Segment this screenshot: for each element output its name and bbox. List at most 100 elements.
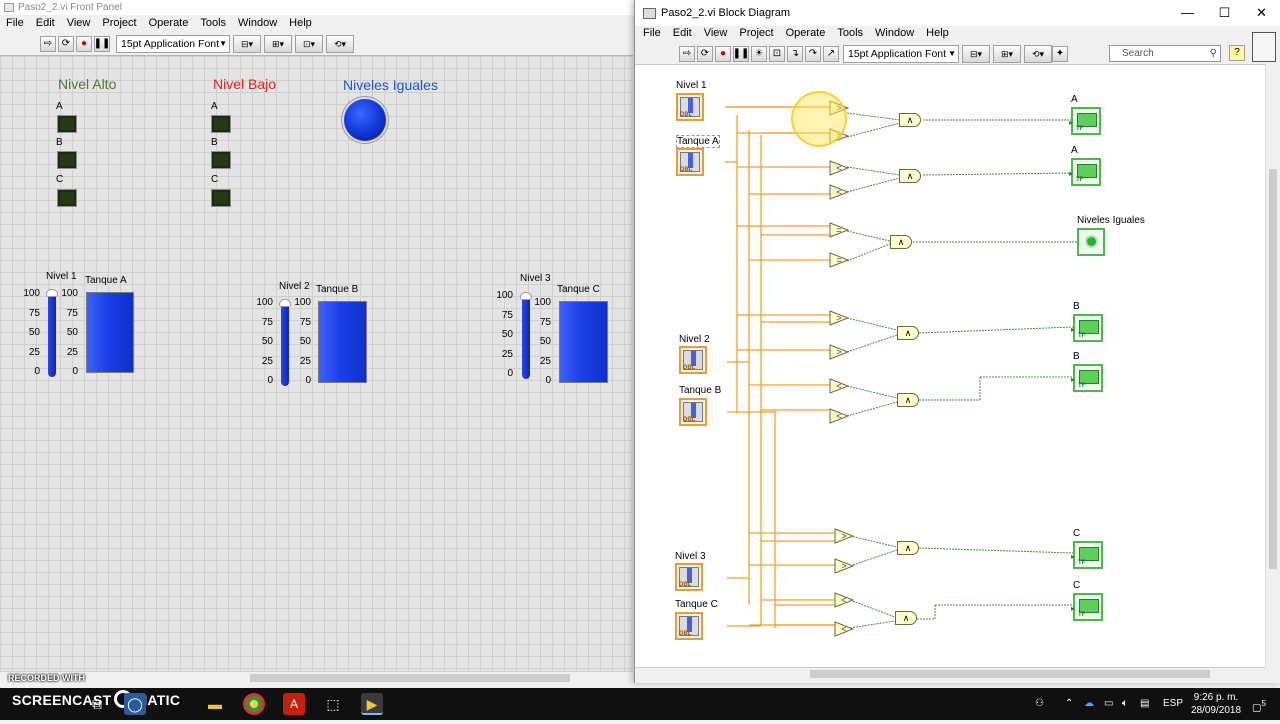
menu-help[interactable]: Help: [283, 15, 318, 32]
nivel-alto-led-c[interactable]: [57, 189, 77, 207]
indicator-b-terminal[interactable]: ▸ TF: [1071, 314, 1103, 342]
pause-icon[interactable]: ❚❚: [733, 46, 749, 62]
nivel-alto-led-a[interactable]: [57, 115, 77, 133]
nivel-1-terminal[interactable]: DBL: [676, 93, 704, 121]
chevron-up-icon[interactable]: ⌃: [1065, 688, 1073, 720]
step-over-icon[interactable]: ↷: [805, 46, 821, 62]
nivel-bajo-led-c[interactable]: [211, 189, 231, 207]
abort-icon[interactable]: ●: [76, 36, 92, 52]
labview-icon[interactable]: ▶: [361, 693, 383, 715]
nivel-alto-led-b[interactable]: [57, 151, 77, 169]
abort-icon[interactable]: ●: [715, 46, 731, 62]
reorder-icon[interactable]: ⟲▾: [326, 35, 354, 53]
cleanup-diagram-icon[interactable]: ✦: [1052, 46, 1068, 62]
menu-view[interactable]: View: [698, 25, 734, 42]
menu-window[interactable]: Window: [232, 15, 283, 32]
step-into-icon[interactable]: ↴: [787, 46, 803, 62]
menu-file[interactable]: File: [637, 25, 667, 42]
front-panel-scrollbar[interactable]: [0, 671, 633, 684]
menu-file[interactable]: File: [0, 15, 30, 32]
scrollbar-thumb[interactable]: [1269, 169, 1277, 569]
context-help-icon[interactable]: ?: [1229, 45, 1245, 61]
scrollbar-thumb[interactable]: [250, 674, 570, 682]
less-than-node[interactable]: <: [829, 378, 849, 394]
niveles-iguales-terminal[interactable]: [1077, 228, 1105, 256]
retain-wire-values-icon[interactable]: ⊡: [769, 46, 785, 62]
less-than-node[interactable]: <: [829, 184, 849, 200]
pause-icon[interactable]: ❚❚: [94, 36, 110, 52]
block-diagram-horizontal-scrollbar[interactable]: [635, 667, 1265, 680]
snipping-tool-icon[interactable]: ⬚: [322, 693, 344, 715]
align-objects-icon[interactable]: ⊟▾: [233, 35, 261, 53]
front-panel-canvas[interactable]: Nivel Alto A B C Nivel Bajo A B C Nivele…: [0, 55, 633, 671]
less-than-node[interactable]: <: [834, 592, 854, 608]
menu-view[interactable]: View: [61, 15, 97, 32]
scrollbar-thumb[interactable]: [810, 670, 1210, 678]
and-gate-node[interactable]: ∧: [897, 541, 919, 555]
menu-window[interactable]: Window: [869, 25, 920, 42]
vi-connector-icon[interactable]: [1252, 32, 1276, 62]
keyboard-icon[interactable]: ▤: [1140, 688, 1149, 720]
and-gate-node[interactable]: ∧: [899, 169, 921, 183]
equal-node[interactable]: =: [829, 252, 849, 268]
tanque-c-terminal[interactable]: DBL: [675, 612, 703, 640]
and-gate-node[interactable]: ∧: [895, 611, 917, 625]
close-button[interactable]: ✕: [1243, 0, 1280, 26]
volume-icon[interactable]: 🔈︎: [1122, 688, 1128, 720]
niveles-iguales-led[interactable]: [344, 99, 386, 141]
distribute-objects-icon[interactable]: ⊞▾: [993, 45, 1021, 63]
align-objects-icon[interactable]: ⊟▾: [962, 45, 990, 63]
people-icon[interactable]: ⚇: [1035, 688, 1044, 720]
minimize-button[interactable]: —: [1169, 0, 1206, 26]
step-out-icon[interactable]: ↗: [823, 46, 839, 62]
run-arrow-icon[interactable]: ⇨: [40, 36, 56, 52]
greater-than-node[interactable]: >: [834, 528, 854, 544]
nivel-3-terminal[interactable]: DBL: [675, 563, 703, 591]
notification-center-icon[interactable]: ▢5: [1252, 688, 1266, 724]
greater-than-node[interactable]: >: [834, 558, 854, 574]
and-gate-node[interactable]: ∧: [890, 235, 912, 249]
and-gate-node[interactable]: ∧: [897, 326, 919, 340]
greater-than-node[interactable]: >: [829, 344, 849, 360]
tanque-a-terminal[interactable]: DBL: [676, 148, 704, 176]
menu-tools[interactable]: Tools: [831, 25, 869, 42]
resize-objects-icon[interactable]: ⊡▾: [295, 35, 323, 53]
nivel-1-slider-track[interactable]: [48, 293, 56, 377]
highlight-execution-icon[interactable]: ☀: [751, 46, 767, 62]
and-gate-node[interactable]: ∧: [899, 113, 921, 127]
file-explorer-icon[interactable]: ▬: [204, 693, 226, 715]
distribute-objects-icon[interactable]: ⊞▾: [264, 35, 292, 53]
reorder-icon[interactable]: ⟲▾: [1024, 45, 1052, 63]
run-continuously-icon[interactable]: ⟳: [58, 36, 74, 52]
menu-project[interactable]: Project: [733, 25, 779, 42]
chrome-icon[interactable]: [243, 693, 265, 715]
font-selector[interactable]: 15pt Application Font ▼: [116, 35, 230, 53]
less-than-node[interactable]: <: [829, 160, 849, 176]
menu-edit[interactable]: Edit: [30, 15, 61, 32]
and-gate-node[interactable]: ∧: [897, 393, 919, 407]
maximize-button[interactable]: ☐: [1206, 0, 1243, 26]
clock[interactable]: 9:26 p. m. 28/09/2018: [1190, 691, 1242, 717]
nivel-3-slider-track[interactable]: [522, 296, 530, 379]
language-indicator[interactable]: ESP: [1163, 688, 1183, 720]
block-diagram-vertical-scrollbar[interactable]: [1265, 64, 1279, 668]
greater-than-node[interactable]: >: [829, 310, 849, 326]
search-input[interactable]: Search ⚲: [1109, 45, 1221, 62]
run-continuously-icon[interactable]: ⟳: [697, 46, 713, 62]
run-arrow-icon[interactable]: ⇨: [679, 46, 695, 62]
menu-operate[interactable]: Operate: [780, 25, 832, 42]
indicator-c-terminal[interactable]: ▸ TF: [1071, 593, 1103, 621]
cortana-icon[interactable]: ◯: [124, 693, 146, 715]
network-icon[interactable]: ▭: [1104, 688, 1113, 720]
menu-help[interactable]: Help: [920, 25, 955, 42]
font-selector[interactable]: 15pt Application Font ▼: [843, 45, 959, 63]
equal-node[interactable]: =: [829, 222, 849, 238]
menu-project[interactable]: Project: [96, 15, 142, 32]
indicator-a-terminal[interactable]: ▸ TF: [1069, 107, 1101, 135]
nivel-bajo-led-a[interactable]: [211, 115, 231, 133]
indicator-c-terminal[interactable]: ▸ TF: [1071, 541, 1103, 569]
onedrive-icon[interactable]: ☁: [1084, 688, 1094, 720]
nivel-1-slider-thumb[interactable]: [46, 289, 58, 297]
nivel-2-slider-thumb[interactable]: [279, 299, 291, 307]
menu-edit[interactable]: Edit: [667, 25, 698, 42]
